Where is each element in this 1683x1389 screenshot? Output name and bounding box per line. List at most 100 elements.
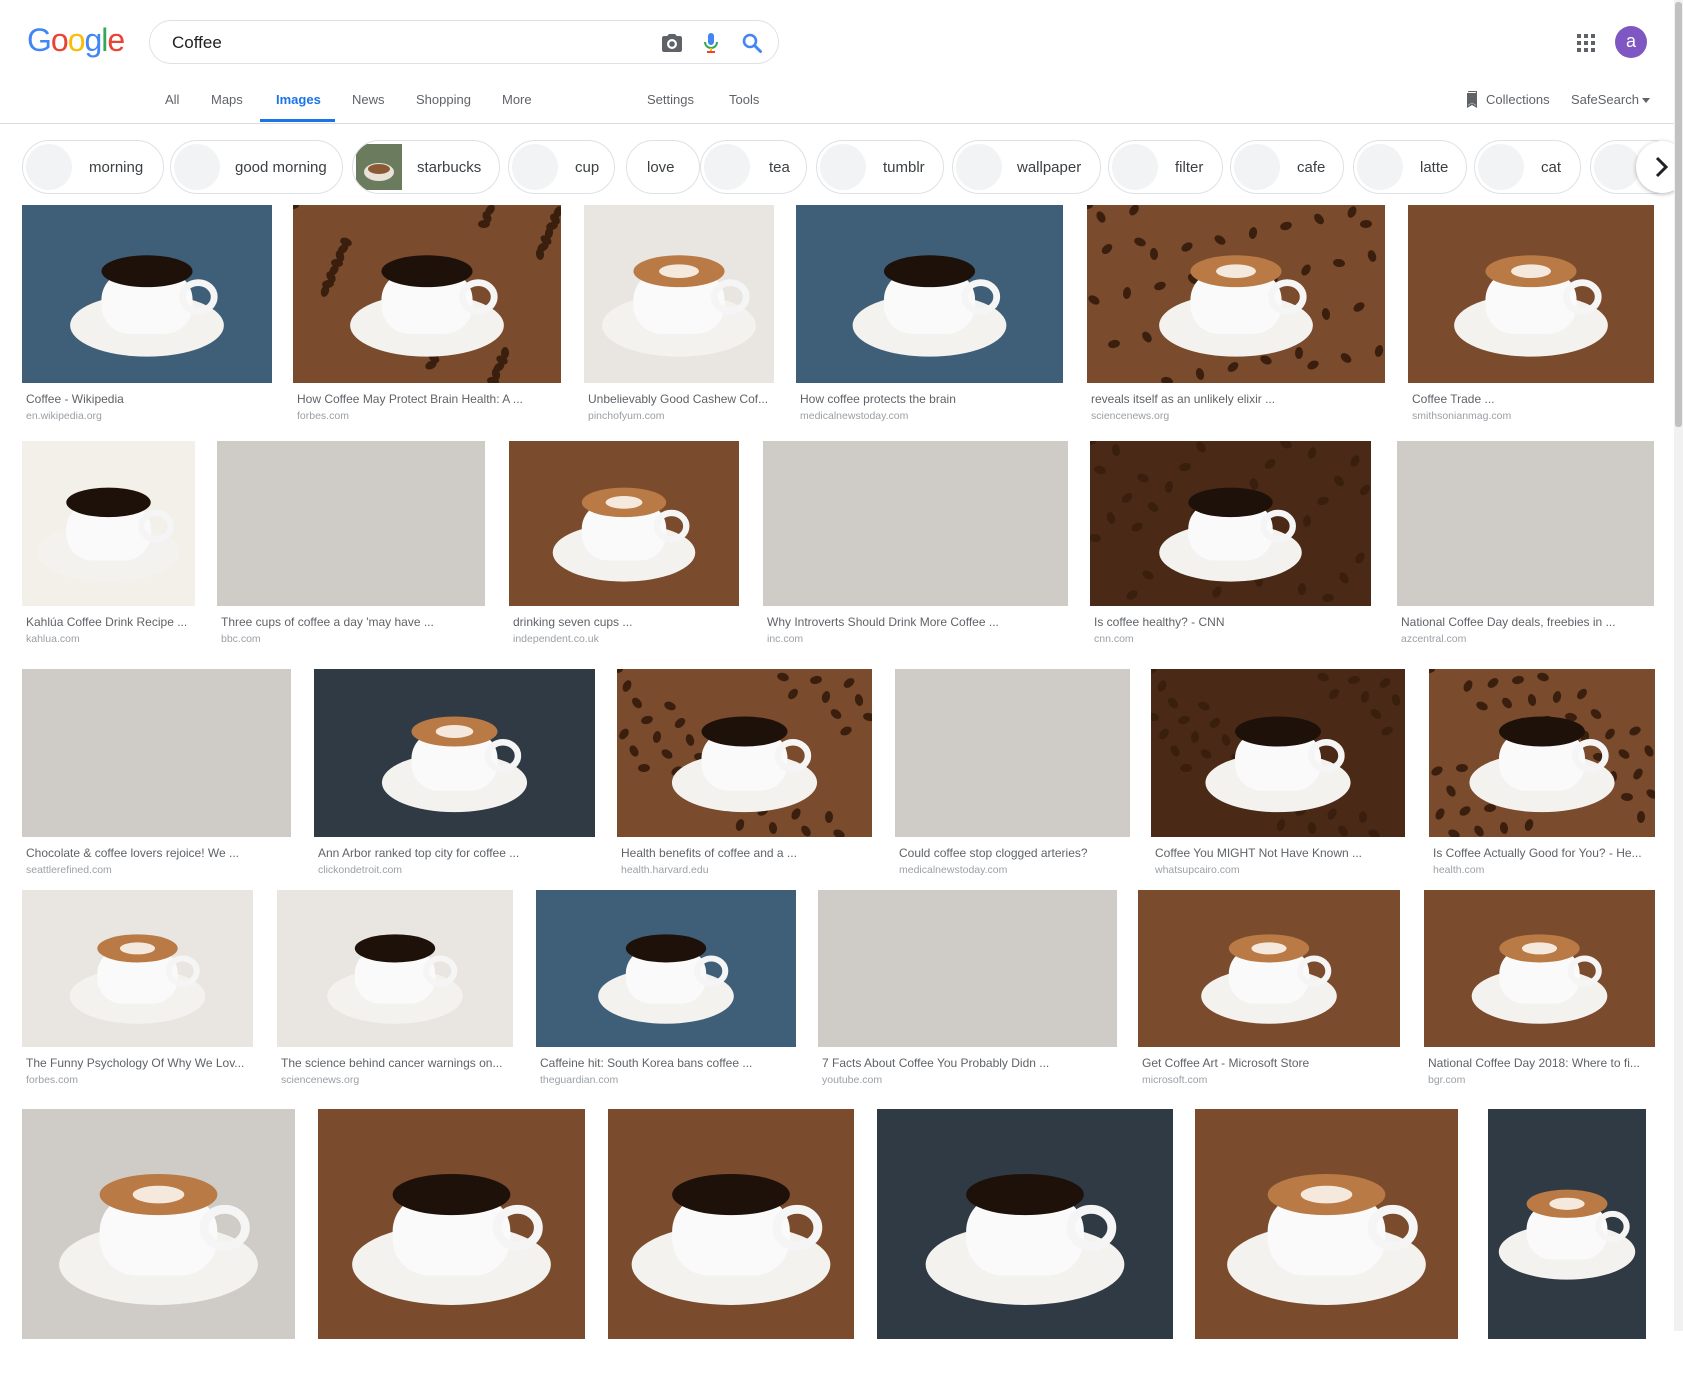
image-result[interactable] <box>608 1109 854 1389</box>
search-box[interactable] <box>149 20 779 65</box>
chip-cup[interactable]: cup <box>508 140 615 194</box>
camera-icon[interactable] <box>660 31 684 55</box>
collections-link[interactable]: Collections <box>1486 92 1550 107</box>
result-thumbnail[interactable] <box>1138 890 1400 1047</box>
chip-love[interactable]: love <box>626 140 700 194</box>
result-title[interactable]: Ann Arbor ranked top city for coffee ... <box>318 846 591 860</box>
search-icon[interactable] <box>740 31 764 55</box>
account-avatar[interactable]: a <box>1615 26 1647 58</box>
result-thumbnail[interactable] <box>314 669 595 837</box>
result-title[interactable]: How Coffee May Protect Brain Health: A .… <box>297 392 557 406</box>
result-title[interactable]: 7 Facts About Coffee You Probably Didn .… <box>822 1056 1113 1070</box>
result-thumbnail[interactable] <box>536 890 796 1047</box>
result-thumbnail[interactable] <box>1151 669 1405 837</box>
image-result[interactable]: Unbelievably Good Cashew Cof... pinchofyu… <box>584 205 774 433</box>
result-thumbnail[interactable] <box>608 1109 854 1339</box>
image-result[interactable]: Ann Arbor ranked top city for coffee ...… <box>314 669 595 887</box>
result-thumbnail[interactable] <box>22 1109 295 1339</box>
image-result[interactable]: National Coffee Day deals, freebies in .… <box>1397 441 1654 656</box>
result-thumbnail[interactable] <box>1424 890 1655 1047</box>
image-result[interactable]: Kahlúa Coffee Drink Recipe ... kahlua.com <box>22 441 195 656</box>
image-result[interactable]: National Coffee Day 2018: Where to fi...… <box>1424 890 1655 1097</box>
image-result[interactable]: Health benefits of coffee and a ... healt… <box>617 669 872 887</box>
chip-filter[interactable]: filter <box>1108 140 1223 194</box>
result-title[interactable]: National Coffee Day 2018: Where to fi... <box>1428 1056 1651 1070</box>
image-result[interactable]: reveals itself as an unlikely elixir ...… <box>1087 205 1385 433</box>
result-title[interactable]: The science behind cancer warnings on... <box>281 1056 509 1070</box>
result-thumbnail[interactable] <box>763 441 1068 606</box>
result-title[interactable]: Is coffee healthy? - CNN <box>1094 615 1367 629</box>
image-result[interactable] <box>22 1109 295 1389</box>
image-result[interactable]: Coffee Trade ... smithsonianmag.com <box>1408 205 1654 433</box>
result-title[interactable]: National Coffee Day deals, freebies in .… <box>1401 615 1650 629</box>
image-result[interactable]: 7 Facts About Coffee You Probably Didn .… <box>818 890 1117 1097</box>
result-thumbnail[interactable] <box>1429 669 1655 837</box>
result-thumbnail[interactable] <box>293 205 561 383</box>
result-title[interactable]: Get Coffee Art - Microsoft Store <box>1142 1056 1396 1070</box>
image-result[interactable] <box>1488 1109 1646 1389</box>
image-result[interactable] <box>318 1109 585 1389</box>
result-thumbnail[interactable] <box>277 890 513 1047</box>
result-title[interactable]: Chocolate & coffee lovers rejoice! We ..… <box>26 846 287 860</box>
collections-icon[interactable] <box>1465 91 1479 108</box>
result-thumbnail[interactable] <box>818 890 1117 1047</box>
settings-link[interactable]: Settings <box>647 92 694 107</box>
tab-images[interactable]: Images <box>276 92 321 107</box>
google-logo[interactable]: Google <box>27 22 125 62</box>
tab-maps[interactable]: Maps <box>211 92 243 107</box>
result-thumbnail[interactable] <box>1408 205 1654 383</box>
result-title[interactable]: Why Introverts Should Drink More Coffee … <box>767 615 1064 629</box>
image-result[interactable]: Is coffee healthy? - CNN cnn.com <box>1090 441 1371 656</box>
result-thumbnail[interactable] <box>1488 1109 1646 1339</box>
result-title[interactable]: drinking seven cups ... <box>513 615 735 629</box>
result-thumbnail[interactable] <box>1087 205 1385 383</box>
scrollbar-thumb[interactable] <box>1675 2 1682 427</box>
result-title[interactable]: Coffee - Wikipedia <box>26 392 268 406</box>
chip-cat[interactable]: cat <box>1474 140 1581 194</box>
result-title[interactable]: Coffee You MIGHT Not Have Known ... <box>1155 846 1401 860</box>
result-thumbnail[interactable] <box>22 669 291 837</box>
image-result[interactable]: The science behind cancer warnings on...… <box>277 890 513 1097</box>
result-title[interactable]: How coffee protects the brain <box>800 392 1059 406</box>
image-result[interactable]: Coffee You MIGHT Not Have Known ... whats… <box>1151 669 1405 887</box>
result-thumbnail[interactable] <box>22 890 253 1047</box>
safesearch-menu[interactable]: SafeSearch <box>1571 92 1650 107</box>
chip-starbucks[interactable]: starbucks <box>352 140 500 194</box>
result-thumbnail[interactable] <box>895 669 1130 837</box>
chip-good-morning[interactable]: good morning <box>170 140 343 194</box>
search-input[interactable] <box>170 21 654 65</box>
result-title[interactable]: Could coffee stop clogged arteries? <box>899 846 1126 860</box>
image-result[interactable]: drinking seven cups ... independent.co.uk <box>509 441 739 656</box>
image-result[interactable]: Why Introverts Should Drink More Coffee … <box>763 441 1068 656</box>
tab-all[interactable]: All <box>165 92 179 107</box>
chip-wallpaper[interactable]: wallpaper <box>952 140 1101 194</box>
result-title[interactable]: Caffeine hit: South Korea bans coffee ..… <box>540 1056 792 1070</box>
result-thumbnail[interactable] <box>1195 1109 1458 1339</box>
result-title[interactable]: reveals itself as an unlikely elixir ... <box>1091 392 1381 406</box>
result-thumbnail[interactable] <box>617 669 872 837</box>
result-thumbnail[interactable] <box>877 1109 1173 1339</box>
result-title[interactable]: Unbelievably Good Cashew Cof... <box>588 392 770 406</box>
image-result[interactable]: The Funny Psychology Of Why We Lov... for… <box>22 890 253 1097</box>
chip-morning[interactable]: morning <box>22 140 164 194</box>
tab-more[interactable]: More <box>502 92 532 107</box>
tools-link[interactable]: Tools <box>729 92 759 107</box>
apps-grid-icon[interactable] <box>1576 33 1596 53</box>
result-thumbnail[interactable] <box>22 205 272 383</box>
result-thumbnail[interactable] <box>796 205 1063 383</box>
result-title[interactable]: Kahlúa Coffee Drink Recipe ... <box>26 615 191 629</box>
result-title[interactable]: The Funny Psychology Of Why We Lov... <box>26 1056 249 1070</box>
chip-tumblr[interactable]: tumblr <box>816 140 944 194</box>
chip-tea[interactable]: tea <box>700 140 807 194</box>
result-thumbnail[interactable] <box>1397 441 1654 606</box>
tab-shopping[interactable]: Shopping <box>416 92 471 107</box>
result-thumbnail[interactable] <box>22 441 195 606</box>
microphone-icon[interactable] <box>699 31 723 55</box>
result-thumbnail[interactable] <box>318 1109 585 1339</box>
image-result[interactable]: Is Coffee Actually Good for You? - He...… <box>1429 669 1655 887</box>
result-thumbnail[interactable] <box>217 441 485 606</box>
image-result[interactable]: Coffee - Wikipedia en.wikipedia.org <box>22 205 272 433</box>
result-title[interactable]: Three cups of coffee a day 'may have ... <box>221 615 481 629</box>
result-thumbnail[interactable] <box>1090 441 1371 606</box>
image-result[interactable] <box>877 1109 1173 1389</box>
